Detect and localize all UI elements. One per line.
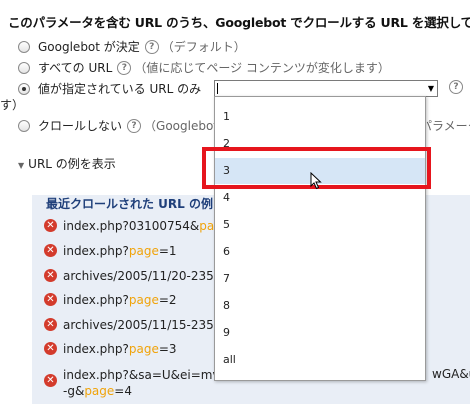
url-row: ✕ index.php?03100754&page bbox=[44, 219, 229, 233]
value-select[interactable]: ▼ bbox=[214, 80, 438, 97]
option-no-crawl[interactable]: クロールしない ? （Googlebot が bbox=[18, 117, 234, 134]
radio-button[interactable] bbox=[18, 61, 30, 74]
dropdown-option[interactable]: 1 bbox=[215, 104, 425, 130]
url-row: ✕ archives/2005/11/20-23553 bbox=[44, 269, 229, 283]
url-text: index.php?&sa=U&ei=mvE -g&page=4 bbox=[63, 368, 228, 398]
help-icon[interactable]: ? bbox=[449, 80, 463, 94]
url-text: index.php?page=3 bbox=[63, 342, 177, 356]
help-icon[interactable]: ? bbox=[127, 118, 142, 133]
url-text: archives/2005/11/20-23553 bbox=[63, 269, 230, 283]
radio-button[interactable] bbox=[18, 119, 30, 132]
url-row: ✕ index.php?page=2 bbox=[44, 293, 177, 307]
error-icon: ✕ bbox=[44, 269, 57, 282]
dropdown-option[interactable]: all bbox=[215, 347, 425, 373]
url-row: ✕ index.php?page=3 bbox=[44, 342, 177, 356]
radio-button[interactable] bbox=[18, 40, 30, 53]
help-icon[interactable]: ? bbox=[117, 60, 132, 75]
triangle-down-icon: ▼ bbox=[18, 161, 25, 170]
option-note-right: パラメータの bbox=[420, 119, 470, 133]
text-caret bbox=[217, 83, 218, 94]
url-text: index.php?page=1 bbox=[63, 244, 177, 258]
option-label: 値が指定されている URL のみ bbox=[38, 82, 202, 96]
url-row: ✕ archives/2005/11/15-23570 bbox=[44, 318, 229, 332]
url-row: ✕ index.php?&sa=U&ei=mvE -g&page=4 bbox=[44, 367, 227, 399]
option-note: （デフォルト） bbox=[161, 40, 246, 54]
option-label: Googlebot が決定 bbox=[38, 40, 140, 54]
dropdown-arrow-icon[interactable]: ▼ bbox=[425, 81, 437, 96]
dropdown-option[interactable]: 6 bbox=[215, 239, 425, 265]
dropdown-option[interactable]: 5 bbox=[215, 212, 425, 238]
page-heading: このパラメータを含む URL のうち、Googlebot でクロールする URL… bbox=[8, 15, 470, 30]
url-text: index.php?03100754&page bbox=[63, 219, 229, 233]
url-row: ✕ index.php?page=1 bbox=[44, 244, 177, 258]
show-examples-toggle[interactable]: ▼ URL の例を表示 bbox=[18, 155, 116, 172]
option-note: （値に応じてページ コンテンツが変化します） bbox=[134, 61, 390, 75]
error-icon: ✕ bbox=[44, 374, 57, 387]
option-all-urls[interactable]: すべての URL ? （値に応じてページ コンテンツが変化します） bbox=[18, 59, 390, 76]
wrapped-text: す） bbox=[0, 98, 25, 112]
error-icon: ✕ bbox=[44, 244, 57, 257]
dropdown-option[interactable]: 8 bbox=[215, 293, 425, 319]
error-icon: ✕ bbox=[44, 219, 57, 232]
option-label: クロールしない bbox=[38, 119, 123, 133]
option-googlebot-decides[interactable]: Googlebot が決定 ? （デフォルト） bbox=[18, 38, 246, 55]
error-icon: ✕ bbox=[44, 318, 57, 331]
error-icon: ✕ bbox=[44, 293, 57, 306]
url-text: index.php?page=2 bbox=[63, 293, 177, 307]
value-dropdown-list[interactable]: 1 2 3 4 5 6 7 8 9 all bbox=[214, 96, 426, 381]
panel-title: 最近クロールされた URL の例 bbox=[46, 197, 213, 211]
option-specified-value[interactable]: 値が指定されている URL のみ bbox=[18, 80, 201, 97]
dropdown-option[interactable]: 9 bbox=[215, 320, 425, 346]
radio-button-selected[interactable] bbox=[18, 82, 30, 95]
url-text-right: wGA&us bbox=[432, 367, 470, 381]
dropdown-option[interactable]: 7 bbox=[215, 266, 425, 292]
option-label: すべての URL bbox=[38, 61, 113, 75]
show-examples-label: URL の例を表示 bbox=[28, 157, 116, 171]
help-icon[interactable]: ? bbox=[144, 39, 159, 54]
error-icon: ✕ bbox=[44, 342, 57, 355]
mouse-pointer-icon bbox=[310, 172, 322, 190]
url-text: archives/2005/11/15-23570 bbox=[63, 318, 230, 332]
